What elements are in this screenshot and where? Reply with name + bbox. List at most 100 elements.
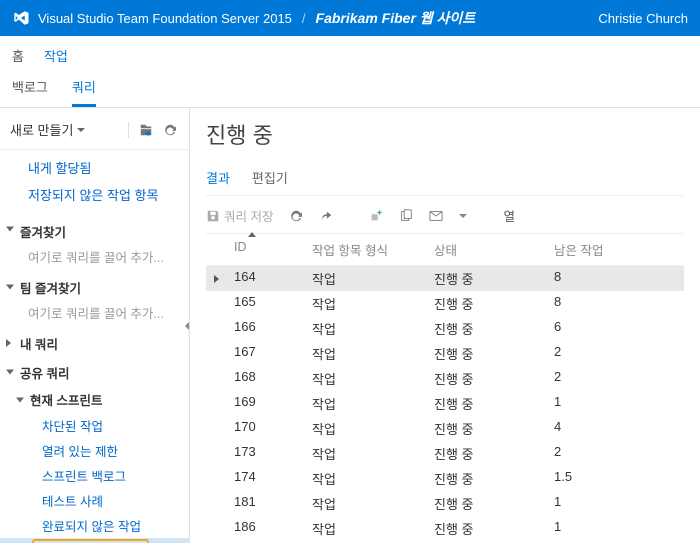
query-item-in-progress[interactable]: 진행 중: [0, 538, 189, 543]
current-user[interactable]: Christie Church: [598, 11, 688, 26]
sidebar: 새로 만들기 내게 할당됨 저장되지 않은 작업 항목 즐겨찾기 여기로 쿼리를…: [0, 108, 190, 543]
cell-type: 작업: [312, 444, 434, 463]
cell-remaining: 1: [554, 394, 684, 413]
cell-type: 작업: [312, 394, 434, 413]
cell-remaining: 1.5: [554, 469, 684, 488]
project-name[interactable]: Fabrikam Fiber 웹 사이트: [316, 8, 476, 28]
product-name[interactable]: Visual Studio Team Foundation Server 201…: [38, 11, 292, 26]
cell-remaining: 1: [554, 519, 684, 538]
cell-id: 165: [234, 294, 312, 313]
query-item-blocked-tasks[interactable]: 차단된 작업: [0, 413, 189, 438]
query-item-sprint-backlog[interactable]: 스프린트 백로그: [0, 463, 189, 488]
breadcrumb-separator: /: [302, 11, 306, 26]
sort-ascending-icon: [248, 232, 256, 237]
heading-team-favorites[interactable]: 팀 즐겨찾기: [0, 272, 189, 301]
table-row[interactable]: 173작업진행 중2: [206, 441, 684, 466]
nav-primary: 홈 작업: [12, 36, 688, 71]
cell-id: 166: [234, 319, 312, 338]
cell-id: 174: [234, 469, 312, 488]
email-dropdown[interactable]: [459, 212, 467, 220]
results-toolbar: 쿼리 저장: [206, 196, 684, 234]
new-linked-item-button[interactable]: [369, 209, 383, 223]
breadcrumb: Visual Studio Team Foundation Server 201…: [38, 8, 598, 28]
cell-state: 진행 중: [434, 419, 554, 438]
favorites-hint: 여기로 쿼리를 끌어 추가...: [0, 245, 189, 272]
cell-remaining: 1: [554, 494, 684, 513]
save-query-button[interactable]: 쿼리 저장: [206, 206, 273, 225]
refresh-icon: [289, 209, 303, 223]
save-query-label: 쿼리 저장: [224, 206, 273, 225]
table-row[interactable]: 174작업진행 중1.5: [206, 466, 684, 491]
cell-remaining: 8: [554, 269, 684, 288]
cell-state: 진행 중: [434, 519, 554, 538]
cell-remaining: 4: [554, 419, 684, 438]
cell-state: 진행 중: [434, 319, 554, 338]
tab-results[interactable]: 결과: [206, 164, 230, 195]
table-row[interactable]: 164작업진행 중8: [206, 266, 684, 291]
cell-id: 169: [234, 394, 312, 413]
table-row[interactable]: 166작업진행 중6: [206, 316, 684, 341]
table-row[interactable]: 165작업진행 중8: [206, 291, 684, 316]
cell-state: 진행 중: [434, 369, 554, 388]
cell-remaining: 6: [554, 319, 684, 338]
copy-icon: [399, 209, 413, 223]
subheading-current-sprint[interactable]: 현재 스프린트: [0, 386, 189, 413]
col-header-id[interactable]: ID: [234, 240, 312, 259]
toolbar-separator: [128, 122, 129, 138]
chevron-down-icon: [459, 212, 467, 220]
cell-type: 작업: [312, 469, 434, 488]
heading-my-queries[interactable]: 내 쿼리: [0, 328, 189, 357]
cell-remaining: 8: [554, 294, 684, 313]
query-item-test-cases[interactable]: 테스트 사례: [0, 488, 189, 513]
link-unsaved-work-items[interactable]: 저장되지 않은 작업 항목: [0, 181, 189, 208]
tab-work[interactable]: 작업: [44, 42, 68, 71]
table-row[interactable]: 168작업진행 중2: [206, 366, 684, 391]
sidebar-resize-handle[interactable]: [183, 108, 189, 543]
top-bar: Visual Studio Team Foundation Server 201…: [0, 0, 700, 36]
new-query-button[interactable]: 새로 만들기: [10, 120, 85, 139]
cell-state: 진행 중: [434, 444, 554, 463]
table-row[interactable]: 186작업진행 중1: [206, 516, 684, 541]
mail-icon: [429, 209, 443, 223]
cell-remaining: 2: [554, 344, 684, 363]
tab-queries[interactable]: 쿼리: [72, 71, 96, 107]
query-item-open-limits[interactable]: 열려 있는 제한: [0, 438, 189, 463]
run-query-button[interactable]: [319, 209, 333, 223]
col-header-remaining[interactable]: 남은 작업: [554, 240, 684, 259]
sidebar-toolbar: 새로 만들기: [0, 116, 189, 150]
main-pane: 진행 중 결과 편집기 쿼리 저장: [190, 108, 700, 543]
tab-editor[interactable]: 편집기: [252, 164, 288, 195]
table-row[interactable]: 169작업진행 중1: [206, 391, 684, 416]
cell-remaining: 2: [554, 369, 684, 388]
col-header-type[interactable]: 작업 항목 형식: [312, 240, 434, 259]
col-header-state[interactable]: 상태: [434, 240, 554, 259]
grid-body: 164작업진행 중8165작업진행 중8166작업진행 중6167작업진행 중2…: [206, 266, 684, 541]
heading-favorites[interactable]: 즐겨찾기: [0, 212, 189, 245]
result-editor-tabs: 결과 편집기: [206, 164, 684, 196]
refresh-results-button[interactable]: [289, 209, 303, 223]
link-assigned-to-me[interactable]: 내게 할당됨: [0, 154, 189, 181]
table-row[interactable]: 170작업진행 중4: [206, 416, 684, 441]
grid-header: ID 작업 항목 형식 상태 남은 작업: [206, 234, 684, 266]
redo-icon: [319, 209, 333, 223]
table-row[interactable]: 167작업진행 중2: [206, 341, 684, 366]
page-title: 진행 중: [206, 118, 684, 150]
refresh-icon[interactable]: [161, 121, 179, 139]
cell-type: 작업: [312, 419, 434, 438]
cell-state: 진행 중: [434, 469, 554, 488]
query-item-incomplete-work[interactable]: 완료되지 않은 작업: [0, 513, 189, 538]
tab-home[interactable]: 홈: [12, 42, 24, 71]
open-query-icon[interactable]: [137, 121, 155, 139]
results-grid: ID 작업 항목 형식 상태 남은 작업 164작업진행 중8165작업진행 중…: [206, 234, 684, 541]
tab-backlog[interactable]: 백로그: [12, 71, 48, 107]
heading-shared-queries[interactable]: 공유 쿼리: [0, 357, 189, 386]
content-area: 새로 만들기 내게 할당됨 저장되지 않은 작업 항목 즐겨찾기 여기로 쿼리를…: [0, 108, 700, 543]
cell-state: 진행 중: [434, 394, 554, 413]
nav-area: 홈 작업 백로그 쿼리: [0, 36, 700, 108]
email-button[interactable]: [429, 209, 443, 223]
cell-type: 작업: [312, 294, 434, 313]
copy-button[interactable]: [399, 209, 413, 223]
column-options-button[interactable]: 열: [503, 206, 515, 225]
query-item-row-in-progress: 진행 중: [0, 538, 189, 543]
table-row[interactable]: 181작업진행 중1: [206, 491, 684, 516]
